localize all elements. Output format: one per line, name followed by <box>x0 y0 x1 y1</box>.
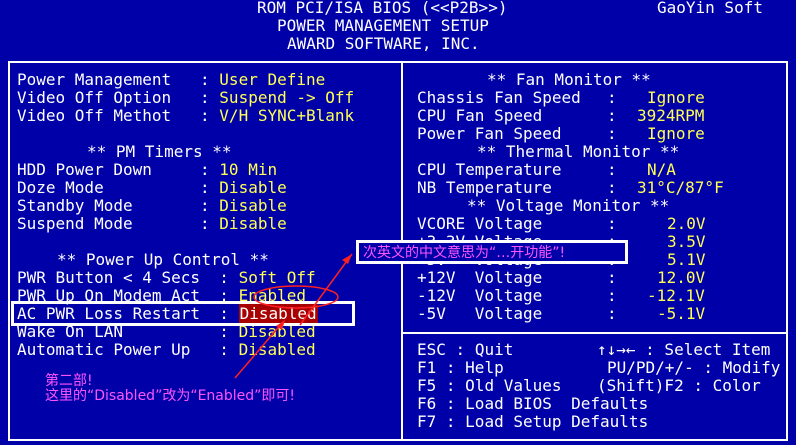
setting-power-management[interactable]: Power Management : User Define <box>17 71 325 89</box>
colon-separator: : <box>607 88 617 107</box>
setting-label: Doze Mode <box>17 178 201 197</box>
monitor-label: CPU Fan Speed <box>417 106 543 125</box>
power-up-control-heading: ** Power Up Control ** <box>57 250 269 269</box>
setting-label: PWR Button < 4 Secs <box>17 268 220 287</box>
colon-separator: : <box>607 268 617 287</box>
colon-separator: : <box>607 178 617 197</box>
colon-separator: : <box>607 286 617 305</box>
callout-text: 次英文的中文意思为“…开功能”! <box>363 245 566 261</box>
horizontal-divider <box>403 332 788 334</box>
setting-value[interactable]: Soft Off <box>239 268 316 287</box>
setting-value[interactable]: Disable <box>219 178 286 197</box>
monitor-label: +12V Voltage <box>417 268 543 287</box>
key-help-modify: PU/PD/+/- : Modify <box>607 358 781 377</box>
monitor-label: CPU Temperature <box>417 160 562 179</box>
vendor-title: AWARD SOFTWARE, INC. <box>287 34 480 53</box>
monitor-value: Ignore <box>647 124 705 143</box>
pm-timers-heading: ** PM Timers ** <box>87 142 232 161</box>
setting-hdd-power-down[interactable]: HDD Power Down : 10 Min <box>17 161 277 179</box>
colon-separator: : <box>607 106 617 125</box>
monitor-value: 31°C/87°F <box>637 178 724 197</box>
monitor-label: NB Temperature <box>417 178 552 197</box>
setting-label: Automatic Power Up <box>17 340 220 359</box>
setting-value[interactable]: Disabled <box>239 340 316 359</box>
key-help-f1: F1 : Help <box>417 358 504 377</box>
watermark-text: GaoYin Soft <box>657 0 763 17</box>
key-help-f6: F6 : Load BIOS Defaults <box>417 394 649 413</box>
setting-value[interactable]: User Define <box>219 70 325 89</box>
setting-suspend-mode[interactable]: Suspend Mode : Disable <box>17 215 287 233</box>
setting-video-off-method[interactable]: Video Off Methot : V/H SYNC+Blank <box>17 107 354 125</box>
setting-video-off-option[interactable]: Video Off Option : Suspend -> Off <box>17 89 354 107</box>
monitor-value: N/A <box>647 160 676 179</box>
thermal-monitor-heading: ** Thermal Monitor ** <box>477 142 680 161</box>
monitor-label: -5V Voltage <box>417 304 543 323</box>
colon-separator: : <box>607 214 617 233</box>
setting-value[interactable]: V/H SYNC+Blank <box>219 106 354 125</box>
callout-box: 次英文的中文意思为“…开功能”! <box>356 240 628 264</box>
colon-separator: : <box>607 160 617 179</box>
key-help-escape: ESC : Quit <box>417 340 514 359</box>
fan-monitor-heading: ** Fan Monitor ** <box>487 70 651 89</box>
note-line-2: 这里的“Disabled”改为“Enabled”即可! <box>45 388 296 404</box>
bios-title: ROM PCI/ISA BIOS (<<P2B>>) <box>257 0 508 17</box>
setting-label: HDD Power Down <box>17 160 201 179</box>
setting-label: Standby Mode <box>17 196 201 215</box>
setting-pwr-button[interactable]: PWR Button < 4 Secs : Soft Off <box>17 269 316 287</box>
setting-label: Suspend Mode <box>17 214 201 233</box>
setup-title: POWER MANAGEMENT SETUP <box>277 16 489 35</box>
key-help-f7: F7 : Load Setup Defaults <box>417 412 649 431</box>
colon-separator: : <box>607 124 617 143</box>
setting-doze-mode[interactable]: Doze Mode : Disable <box>17 179 287 197</box>
setting-value[interactable]: Suspend -> Off <box>219 88 354 107</box>
key-help-f5: F5 : Old Values <box>417 376 562 395</box>
setting-label: Video Off Methot <box>17 106 201 125</box>
setting-value[interactable]: Disable <box>219 196 286 215</box>
monitor-label: -12V Voltage <box>417 286 543 305</box>
highlight-box <box>11 301 355 326</box>
setting-automatic-power-up[interactable]: Automatic Power Up : Disabled <box>17 341 316 359</box>
voltage-monitor-heading: ** Voltage Monitor ** <box>467 196 670 215</box>
monitor-label: VCORE Voltage <box>417 214 543 233</box>
monitor-value: -5.1V <box>657 304 706 323</box>
monitor-value: Ignore <box>647 88 705 107</box>
setting-label: Power Management <box>17 70 201 89</box>
monitor-value: 5.1V <box>667 250 706 269</box>
monitor-label: Chassis Fan Speed <box>417 88 581 107</box>
monitor-value: 3.5V <box>667 232 706 251</box>
key-help-select: ↑↓→← : Select Item <box>597 340 771 359</box>
setting-standby-mode[interactable]: Standby Mode : Disable <box>17 197 287 215</box>
setting-value[interactable]: Disable <box>219 214 286 233</box>
setting-value[interactable]: 10 Min <box>219 160 277 179</box>
monitor-value: 3924RPM <box>637 106 705 125</box>
monitor-value: 2.0V <box>667 214 706 233</box>
monitor-label: Power Fan Speed <box>417 124 562 143</box>
monitor-value: -12.1V <box>647 286 705 305</box>
colon-separator: : <box>607 304 617 323</box>
setting-label: Video Off Option <box>17 88 201 107</box>
monitor-value: 12.0V <box>657 268 706 287</box>
key-help-color: (Shift)F2 : Color <box>597 376 761 395</box>
